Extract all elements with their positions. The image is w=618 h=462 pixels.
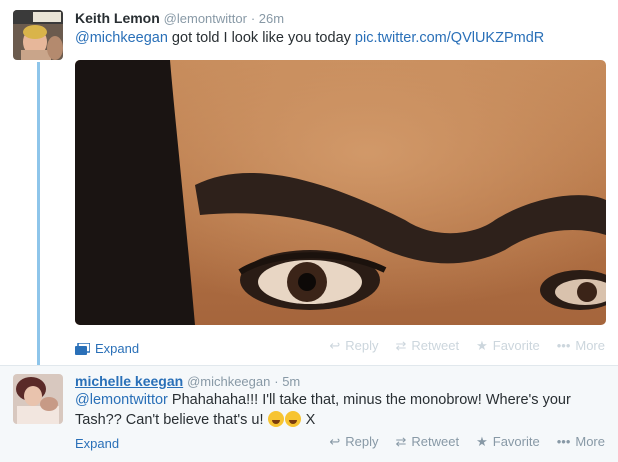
ellipsis-icon: •••: [556, 338, 571, 353]
tweet-actions: ↩ Reply ⇄ Retweet ★ Favorite ••• More: [329, 338, 605, 353]
favorite-button[interactable]: ★ Favorite: [476, 434, 540, 449]
author-name[interactable]: Keith Lemon: [75, 10, 160, 26]
expand-label: Expand: [95, 341, 140, 356]
tweet-actions: ↩ Reply ⇄ Retweet ★ Favorite ••• More: [329, 434, 605, 449]
ellipsis-icon: •••: [556, 434, 571, 449]
retweet-icon: ⇄: [395, 434, 407, 449]
reply-arrow-icon: ↩: [329, 338, 341, 353]
face-with-tears-of-joy-emoji: [284, 411, 301, 427]
conversation-thread-line: [37, 62, 40, 368]
retweet-icon: ⇄: [395, 338, 407, 353]
tweet-text: @michkeegan got told I look like you tod…: [75, 28, 605, 48]
expand-link[interactable]: Expand: [75, 341, 139, 356]
avatar[interactable]: [13, 10, 63, 60]
mention-link[interactable]: @michkeegan: [75, 30, 168, 46]
star-icon: ★: [476, 338, 488, 353]
tweet-keith-lemon[interactable]: Keith Lemon @lemontwittor · 26m @michkee…: [0, 0, 618, 368]
tweet-body-tail: X: [301, 412, 316, 428]
reply-button[interactable]: ↩ Reply: [329, 434, 378, 449]
retweet-button[interactable]: ⇄ Retweet: [395, 338, 459, 353]
tweet-michelle-keegan[interactable]: michelle keegan @michkeegan · 5m @lemont…: [0, 365, 618, 462]
more-button[interactable]: ••• More: [557, 434, 605, 449]
expand-label: Expand: [75, 436, 120, 451]
expand-link[interactable]: Expand: [75, 436, 119, 451]
reply-arrow-icon: ↩: [329, 434, 341, 449]
author-username[interactable]: @michkeegan: [187, 374, 270, 389]
tweet-body: got told I look like you today: [167, 30, 355, 46]
media-link[interactable]: pic.twitter.com/QVlUKZPmdR: [355, 30, 544, 46]
mention-link[interactable]: @lemontwittor: [75, 392, 168, 408]
face-with-tears-of-joy-emoji: [267, 411, 284, 427]
tweet-timestamp[interactable]: · 26m: [251, 11, 284, 26]
tweet-timestamp[interactable]: · 5m: [274, 374, 300, 389]
tweet-photo[interactable]: [75, 60, 606, 325]
tweet-header: Keith Lemon @lemontwittor · 26m: [75, 10, 284, 26]
retweet-button[interactable]: ⇄ Retweet: [395, 434, 459, 449]
author-name[interactable]: michelle keegan: [75, 373, 183, 389]
author-username[interactable]: @lemontwittor: [164, 11, 247, 26]
tweet-text: @lemontwittor Phahahaha!!! I'll take tha…: [75, 390, 595, 430]
star-icon: ★: [476, 434, 488, 449]
tweet-header: michelle keegan @michkeegan · 5m: [75, 373, 300, 389]
favorite-button[interactable]: ★ Favorite: [476, 338, 540, 353]
photo-expand-icon: [75, 342, 90, 355]
avatar[interactable]: [13, 374, 63, 424]
reply-button[interactable]: ↩ Reply: [329, 338, 378, 353]
more-button[interactable]: ••• More: [557, 338, 605, 353]
